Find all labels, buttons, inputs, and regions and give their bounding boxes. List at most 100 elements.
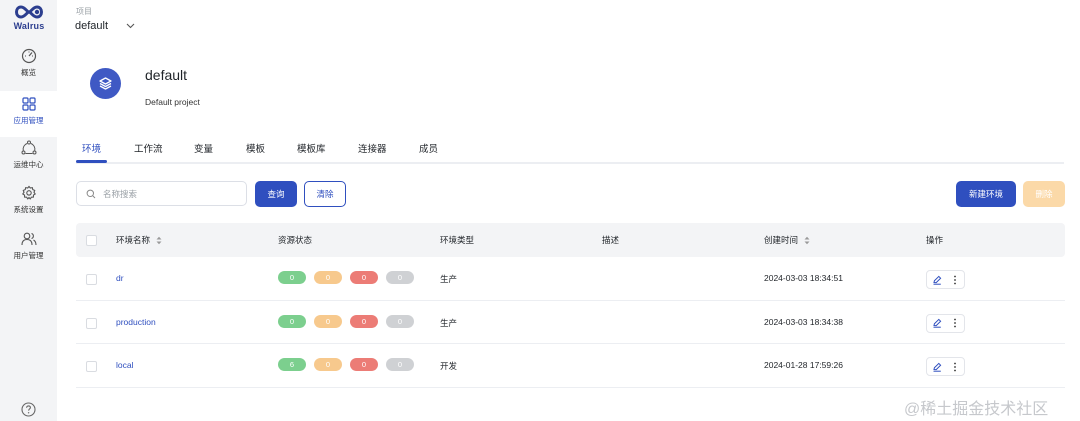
environment-name-link[interactable]: production — [116, 317, 156, 327]
tab-templates[interactable]: 模板 — [246, 141, 265, 155]
help-icon — [21, 402, 36, 417]
project-avatar — [90, 68, 121, 99]
sidebar-item-label: 概览 — [21, 68, 36, 77]
row-checkbox[interactable] — [86, 274, 97, 285]
column-header-label: 环境类型 — [440, 235, 475, 245]
more-actions-button[interactable] — [946, 315, 964, 332]
row-checkbox[interactable] — [86, 361, 97, 372]
operations-icon — [21, 140, 36, 155]
watermark: @稀土掘金技术社区 — [904, 401, 1049, 418]
more-vertical-icon — [954, 362, 956, 371]
column-header-label: 描述 — [602, 235, 620, 245]
sidebar-item-apps[interactable]: 应用管理 — [0, 91, 57, 137]
page-title: default — [145, 67, 188, 83]
status-badge-transitioning: 0 — [314, 271, 342, 284]
project-select-value: default — [75, 20, 109, 32]
resource-status: 0 0 0 0 — [278, 314, 414, 328]
environment-name-link[interactable]: dr — [116, 273, 124, 283]
tab-bar: 环境 工作流 变量 模板 模板库 连接器 成员 — [76, 132, 1064, 164]
sidebar: Walrus 概览 应用管理 运维中心 系统设置 用户管理 — [0, 0, 57, 421]
sort-icon[interactable] — [156, 236, 162, 245]
status-badge-error: 0 — [350, 271, 378, 284]
status-badge-ready: 0 — [278, 271, 306, 284]
edit-button[interactable] — [927, 315, 946, 332]
environment-name-link[interactable]: local — [116, 360, 133, 370]
row-checkbox[interactable] — [86, 317, 97, 329]
dashboard-icon — [21, 48, 36, 64]
edit-icon — [932, 362, 941, 372]
status-badge-error: 0 — [350, 314, 378, 328]
created-time: 2024-03-03 18:34:38 — [764, 316, 843, 327]
status-badge-transitioning: 0 — [314, 314, 342, 328]
column-header-type: 环境类型 — [440, 234, 474, 246]
active-tab-indicator — [76, 160, 107, 163]
environment-type: 生产 — [440, 274, 458, 284]
column-header-label: 创建时间 — [764, 235, 799, 245]
chevron-down-icon — [126, 23, 135, 29]
grid-icon — [21, 97, 36, 111]
row-actions — [926, 270, 965, 289]
query-button[interactable]: 查询 — [255, 181, 297, 207]
project-description: Default project — [145, 97, 200, 107]
brand-name: Walrus — [13, 21, 45, 31]
sort-icon[interactable] — [804, 236, 810, 245]
users-icon — [20, 232, 37, 246]
tab-workflows[interactable]: 工作流 — [134, 141, 163, 155]
delete-button[interactable]: 删除 — [1023, 181, 1065, 207]
clear-button[interactable]: 清除 — [304, 181, 346, 207]
sidebar-item-label: 用户管理 — [13, 251, 44, 260]
new-environment-button[interactable]: 新建环境 — [956, 181, 1016, 207]
more-vertical-icon — [954, 275, 956, 284]
sidebar-item-settings[interactable]: 系统设置 — [0, 185, 57, 231]
created-time: 2024-03-03 18:34:51 — [764, 273, 843, 283]
tab-members[interactable]: 成员 — [419, 141, 438, 155]
column-header-created[interactable]: 创建时间 — [764, 234, 810, 246]
help-button[interactable] — [21, 402, 36, 421]
column-header-actions: 操作 — [926, 234, 943, 246]
created-time: 2024-01-28 17:59:26 — [764, 360, 843, 370]
row-actions — [926, 357, 965, 376]
more-actions-button[interactable] — [946, 358, 964, 375]
edit-icon — [932, 275, 941, 285]
edit-button[interactable] — [927, 271, 946, 288]
edit-button[interactable] — [927, 358, 946, 375]
status-badge-ready: 6 — [278, 358, 306, 371]
environment-type: 生产 — [440, 317, 458, 328]
column-header-name[interactable]: 环境名称 — [116, 234, 162, 246]
table-row: production 0 0 0 0 生产 2024-03-03 18:34:3… — [76, 301, 1065, 344]
tab-template-library[interactable]: 模板库 — [297, 141, 326, 155]
search-box[interactable] — [76, 181, 247, 206]
environment-table: 环境名称 资源状态 环境类型 描述 创建时间 操作 dr 0 0 0 0 生产 … — [76, 223, 1065, 388]
search-icon — [86, 189, 96, 198]
status-badge-ready: 0 — [278, 314, 306, 328]
tab-environments[interactable]: 环境 — [82, 141, 101, 155]
project-select[interactable]: default — [75, 20, 135, 32]
sidebar-item-label: 应用管理 — [13, 116, 44, 125]
sidebar-item-label: 系统设置 — [13, 205, 44, 214]
table-row: dr 0 0 0 0 生产 2024-03-03 18:34:51 — [76, 257, 1065, 301]
status-badge-inactive: 0 — [386, 271, 414, 284]
select-all-checkbox[interactable] — [86, 235, 97, 246]
status-badge-error: 0 — [350, 358, 378, 371]
sidebar-item-operations[interactable]: 运维中心 — [0, 140, 57, 186]
column-header-label: 资源状态 — [278, 235, 313, 245]
tab-variables[interactable]: 变量 — [194, 141, 213, 155]
more-vertical-icon — [954, 318, 956, 328]
sidebar-item-users[interactable]: 用户管理 — [0, 231, 57, 277]
column-header-status: 资源状态 — [278, 234, 312, 246]
sidebar-item-overview[interactable]: 概览 — [0, 48, 57, 94]
status-badge-inactive: 0 — [386, 314, 414, 328]
column-header-label: 环境名称 — [116, 235, 151, 245]
search-input[interactable] — [103, 188, 233, 199]
project-caption: 项目 — [76, 7, 92, 16]
status-badge-inactive: 0 — [386, 358, 414, 371]
tab-connectors[interactable]: 连接器 — [358, 141, 387, 155]
infinity-logo-icon — [15, 5, 43, 19]
layers-icon — [99, 77, 112, 90]
edit-icon — [932, 318, 941, 328]
more-actions-button[interactable] — [946, 271, 964, 288]
walrus-logo[interactable]: Walrus — [6, 4, 52, 31]
resource-status: 6 0 0 0 — [278, 358, 414, 371]
column-header-label: 操作 — [926, 235, 944, 245]
column-header-description: 描述 — [602, 234, 619, 246]
